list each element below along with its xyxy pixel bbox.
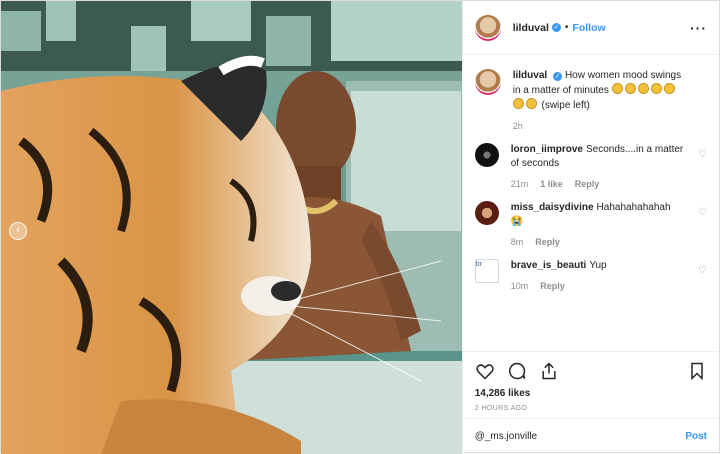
caption-username[interactable]: lilduval	[513, 70, 547, 81]
post-media[interactable]: ‹	[1, 1, 462, 454]
comment-item: miss_daisydivine Hahahahahahah 😭 8m Reply ♡	[474, 201, 707, 247]
reply-button[interactable]: Reply	[535, 237, 560, 247]
comment-input[interactable]: @_ms.jonville	[475, 431, 537, 442]
broken-image-alt: br	[475, 261, 482, 268]
author-username[interactable]: lilduval	[513, 22, 549, 34]
comment-likes[interactable]: 1 like	[540, 179, 563, 189]
reply-button[interactable]: Reply	[540, 281, 565, 291]
share-icon[interactable]	[539, 361, 559, 381]
caption-trailing: (swipe left)	[541, 100, 590, 111]
instagram-post: ‹ lilduval ✓ • Follow ··· lilduval ✓ How …	[0, 0, 720, 454]
author-avatar[interactable]	[474, 14, 501, 41]
follow-button[interactable]: Follow	[572, 22, 605, 34]
laughing-emoji-icon	[650, 83, 662, 94]
post-actions: 14,286 likes 2 HOURS AGO	[462, 351, 719, 418]
comments-list[interactable]: lilduval ✓ How women mood swings in a mat…	[463, 55, 719, 351]
comment-item: loron_iimprove Seconds....in a matter of …	[474, 143, 707, 189]
comment-time[interactable]: 10m	[511, 281, 529, 291]
comment-avatar[interactable]: br	[474, 259, 499, 283]
comment-bubble-icon[interactable]	[507, 361, 527, 381]
more-options-icon[interactable]: ···	[690, 20, 707, 36]
verified-badge-icon: ✓	[553, 72, 563, 81]
post-header: lilduval ✓ • Follow ···	[462, 1, 719, 55]
separator-dot: •	[564, 22, 569, 33]
comment-like-heart-icon[interactable]: ♡	[698, 207, 707, 218]
comment-like-heart-icon[interactable]: ♡	[698, 265, 707, 276]
add-comment-bar: @_ms.jonville Post	[462, 418, 719, 454]
laughing-emoji-icon	[624, 83, 636, 94]
comment-avatar[interactable]	[474, 201, 499, 225]
comment-time[interactable]: 8m	[511, 237, 524, 247]
bookmark-icon[interactable]	[687, 361, 707, 381]
laughing-emoji-icon	[611, 83, 623, 94]
comment-item: br brave_is_beauti Yup 10m Reply ♡	[474, 259, 707, 291]
comment-text: Yup	[589, 260, 607, 271]
post-time-ago[interactable]: 2 HOURS AGO	[475, 405, 707, 412]
post-sidebar: lilduval ✓ • Follow ··· lilduval ✓ How wo…	[461, 1, 719, 454]
like-heart-icon[interactable]	[475, 361, 495, 381]
comment-avatar[interactable]	[474, 143, 499, 167]
laughing-emoji-icon	[512, 98, 524, 109]
post-comment-button[interactable]: Post	[685, 431, 707, 442]
laughing-emoji-icon	[663, 83, 675, 94]
comment-like-heart-icon[interactable]: ♡	[698, 149, 707, 160]
caption-time[interactable]: 2h	[513, 121, 523, 131]
comment-emoji-icon: 😭	[510, 216, 524, 227]
comment-time[interactable]: 21m	[511, 179, 529, 189]
carousel-prev-button[interactable]: ‹	[9, 222, 27, 240]
comment-username[interactable]: brave_is_beauti	[511, 260, 587, 271]
like-count[interactable]: 14,286 likes	[475, 388, 707, 399]
reply-button[interactable]: Reply	[575, 179, 600, 189]
caption: lilduval ✓ How women mood swings in a mat…	[474, 69, 707, 131]
post-photo	[1, 1, 462, 454]
caption-avatar[interactable]	[474, 69, 501, 95]
laughing-emoji-icon	[637, 83, 649, 94]
laughing-emoji-icon	[525, 98, 537, 109]
verified-badge-icon: ✓	[551, 23, 561, 32]
comment-username[interactable]: miss_daisydivine	[511, 202, 594, 213]
comment-username[interactable]: loron_iimprove	[511, 144, 583, 155]
comment-text: Hahahahahahah	[596, 202, 671, 213]
